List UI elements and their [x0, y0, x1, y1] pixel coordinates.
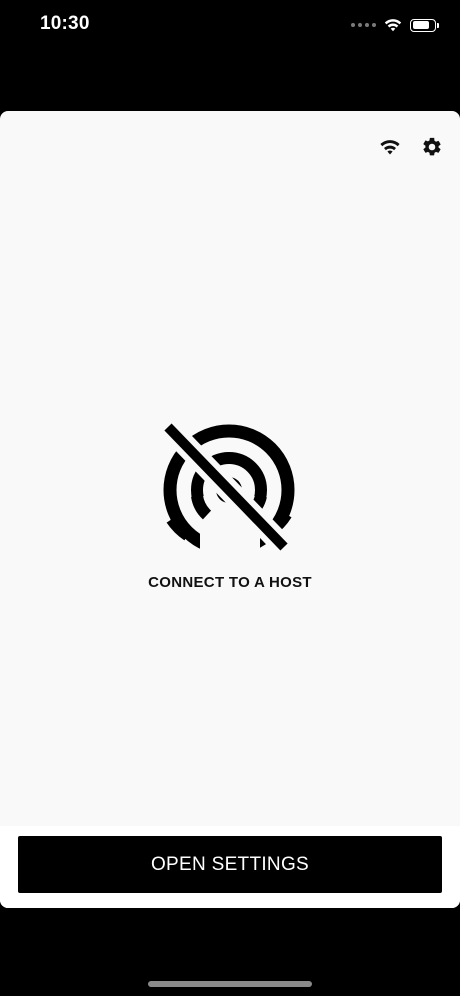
wifi-button[interactable]: [378, 135, 402, 159]
wifi-icon: [384, 19, 402, 32]
connect-to-host-label: CONNECT TO A HOST: [148, 574, 312, 591]
top-actions: [378, 135, 444, 159]
status-time: 10:30: [40, 13, 90, 34]
bottom-bar: OPEN SETTINGS: [0, 826, 460, 908]
status-bar: 10:30: [0, 0, 460, 50]
open-settings-button[interactable]: OPEN SETTINGS: [18, 836, 442, 893]
empty-state: CONNECT TO A HOST: [0, 421, 460, 591]
app-screen: CONNECT TO A HOST OPEN SETTINGS: [0, 111, 460, 908]
wifi-icon: [380, 140, 400, 155]
cellular-signal-icon: [351, 23, 376, 27]
battery-icon: [410, 18, 439, 32]
settings-button[interactable]: [420, 135, 444, 159]
home-indicator[interactable]: [148, 981, 312, 987]
no-broadcast-icon: [160, 421, 295, 551]
gear-icon: [423, 137, 441, 156]
status-icons: [351, 15, 439, 35]
